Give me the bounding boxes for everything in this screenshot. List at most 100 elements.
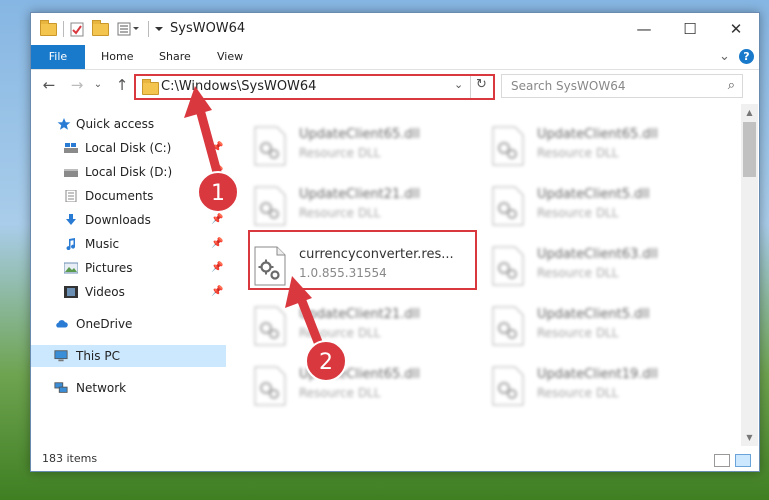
file-name: UpdateClient5.dll [537, 187, 650, 202]
pin-icon[interactable]: 📌 [211, 281, 223, 303]
sidebar-item-pictures[interactable]: Pictures 📌 [31, 257, 226, 279]
scroll-down-icon[interactable]: ▼ [741, 429, 758, 446]
file-item[interactable]: UpdateClient19.dll Resource DLL [465, 362, 690, 418]
star-icon [57, 118, 71, 130]
sidebar-item-local-disk-c[interactable]: Local Disk (C:) 📌 [31, 137, 226, 159]
dll-file-icon [492, 186, 524, 226]
pin-icon[interactable]: 📌 [211, 233, 223, 255]
vertical-scrollbar[interactable]: ▲ ▼ [741, 104, 758, 446]
dll-file-icon [492, 366, 524, 406]
file-type: Resource DLL [537, 266, 619, 280]
cloud-icon [56, 320, 68, 328]
sidebar-item-label: Pictures [85, 261, 133, 275]
scroll-up-icon[interactable]: ▲ [741, 104, 758, 121]
dll-file-icon [254, 186, 286, 226]
item-count: 183 items [42, 452, 98, 465]
network-icon [54, 382, 68, 393]
ribbon-collapse-icon[interactable]: ⌄ [719, 45, 730, 69]
file-item[interactable]: UpdateClient63.dll Resource DLL [465, 242, 690, 298]
folder-icon [142, 79, 159, 95]
file-name: UpdateClient63.dll [537, 247, 658, 262]
navigation-bar: ← → ⌄ ↑ C:\Windows\SysWOW64 ⌄ ↻ Search S… [31, 70, 759, 102]
tab-file[interactable]: File [31, 45, 85, 69]
file-name: UpdateClient65.dll [299, 127, 420, 142]
file-item[interactable]: UpdateClient5.dll Resource DLL [465, 302, 690, 358]
search-icon[interactable]: ⌕ [728, 78, 735, 93]
file-type: Resource DLL [537, 386, 619, 400]
sidebar-item-quick-access[interactable]: Quick access [31, 113, 226, 135]
sidebar-item-network[interactable]: Network [31, 377, 226, 399]
minimize-button[interactable]: — [621, 13, 667, 45]
file-item[interactable]: UpdateClient5.dll Resource DLL [465, 182, 690, 238]
address-dropdown-icon[interactable]: ⌄ [454, 78, 463, 91]
file-name: UpdateClient21.dll [299, 187, 420, 202]
file-type: Resource DLL [537, 146, 619, 160]
ribbon-tabs: File Home Share View ⌄ ? [31, 45, 759, 70]
help-icon[interactable]: ? [739, 49, 754, 64]
maximize-button[interactable]: ☐ [667, 13, 713, 45]
forward-button[interactable]: → [68, 76, 86, 94]
sidebar-item-label: Local Disk (D:) [85, 165, 173, 179]
pin-icon[interactable]: 📌 [211, 161, 223, 183]
file-item[interactable]: UpdateClient65.dll Resource DLL [227, 362, 452, 418]
file-item[interactable]: UpdateClient21.dll Resource DLL [227, 302, 452, 358]
tab-share[interactable]: Share [159, 45, 191, 69]
sidebar-item-local-disk-d[interactable]: Local Disk (D:) 📌 [31, 161, 226, 183]
chevron-down-icon[interactable] [154, 24, 164, 34]
details-view-icon[interactable] [714, 454, 730, 467]
address-bar[interactable]: C:\Windows\SysWOW64 ⌄ ↻ [134, 74, 495, 100]
properties-icon[interactable] [70, 22, 84, 37]
file-name: UpdateClient21.dll [299, 307, 420, 322]
navigation-pane: Quick access Local Disk (C:) 📌 Local Dis… [31, 104, 226, 446]
download-icon [66, 214, 76, 225]
sidebar-item-onedrive[interactable]: OneDrive [31, 313, 226, 335]
sidebar-item-videos[interactable]: Videos 📌 [31, 281, 226, 303]
status-bar: 183 items [31, 447, 759, 471]
dll-file-icon [254, 366, 286, 406]
folder-icon [40, 19, 57, 36]
videos-icon [64, 286, 78, 298]
close-button[interactable]: ✕ [713, 13, 759, 45]
search-input[interactable]: Search SysWOW64 ⌕ [501, 74, 743, 98]
file-item[interactable]: UpdateClient65.dll Resource DLL [465, 122, 690, 178]
pin-icon[interactable]: 📌 [211, 257, 223, 279]
title-bar: SysWOW64 — ☐ ✕ [31, 13, 759, 45]
sidebar-item-label: Videos [85, 285, 125, 299]
large-icons-view-icon[interactable] [735, 454, 751, 467]
sidebar-item-this-pc[interactable]: This PC [31, 345, 226, 367]
file-type: Resource DLL [299, 326, 381, 340]
computer-icon [54, 350, 68, 362]
file-type: Resource DLL [299, 386, 381, 400]
sidebar-item-label: Quick access [76, 117, 155, 131]
tab-home[interactable]: Home [101, 45, 133, 69]
dll-file-icon [492, 306, 524, 346]
search-placeholder: Search SysWOW64 [511, 79, 626, 93]
scroll-thumb[interactable] [743, 122, 756, 177]
sidebar-item-music[interactable]: Music 📌 [31, 233, 226, 255]
address-path[interactable]: C:\Windows\SysWOW64 [161, 79, 316, 94]
file-item[interactable]: UpdateClient65.dll Resource DLL [227, 122, 452, 178]
dll-file-icon [492, 126, 524, 166]
pictures-icon [64, 262, 78, 274]
drive-icon [64, 143, 78, 153]
file-type: Resource DLL [299, 146, 381, 160]
file-name: UpdateClient65.dll [537, 127, 658, 142]
pin-icon[interactable]: 📌 [211, 185, 223, 207]
sidebar-item-documents[interactable]: Documents 📌 [31, 185, 226, 207]
sidebar-item-label: OneDrive [76, 317, 133, 331]
dll-file-icon [254, 306, 286, 346]
file-type: Resource DLL [299, 206, 381, 220]
recent-locations-button[interactable]: ⌄ [89, 76, 107, 94]
tab-view[interactable]: View [217, 45, 243, 69]
new-folder-icon[interactable] [92, 19, 109, 36]
sidebar-item-downloads[interactable]: Downloads 📌 [31, 209, 226, 231]
up-button[interactable]: ↑ [113, 76, 131, 94]
pin-icon[interactable]: 📌 [211, 137, 223, 159]
back-button[interactable]: ← [40, 76, 58, 94]
customize-toolbar-icon[interactable] [117, 22, 143, 36]
refresh-icon[interactable]: ↻ [476, 77, 487, 92]
file-name: UpdateClient65.dll [299, 367, 420, 382]
sidebar-item-label: Music [85, 237, 120, 251]
pin-icon[interactable]: 📌 [211, 209, 223, 231]
dll-file-icon [492, 246, 524, 286]
